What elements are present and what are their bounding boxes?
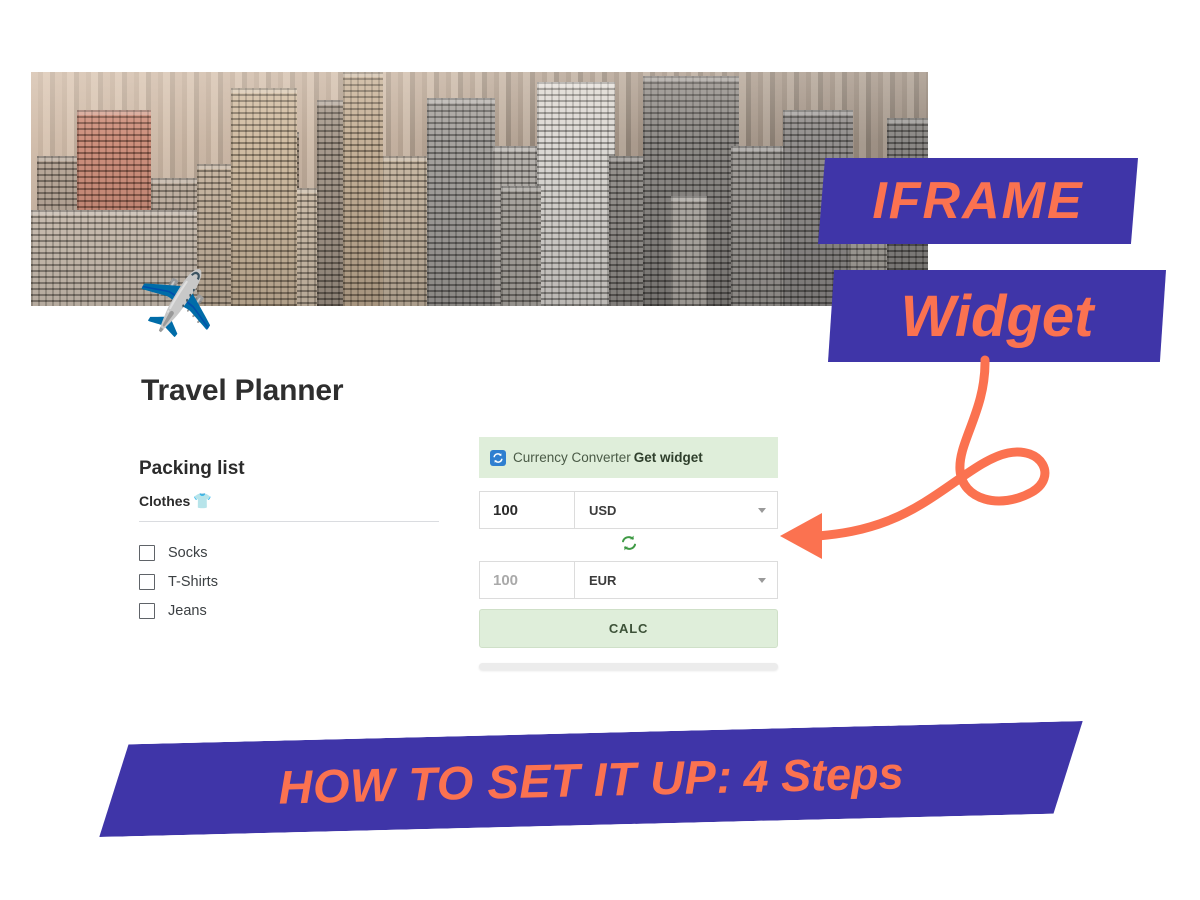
packing-list-section: Packing list Clothes 👕 Socks T-Shirts Jea… xyxy=(139,458,439,625)
get-widget-link[interactable]: Get widget xyxy=(634,450,703,465)
bottom-banner-main: HOW TO SET IT UP: xyxy=(277,749,734,814)
checkbox-tshirts[interactable] xyxy=(139,573,155,590)
bottom-banner-text: HOW TO SET IT UP: 4 Steps xyxy=(278,744,904,814)
from-currency-value: USD xyxy=(589,502,617,518)
currency-converter-widget: Currency Converter Get widget 100 USD 100 xyxy=(479,437,778,670)
packing-category-row: Clothes 👕 xyxy=(139,492,439,522)
widget-bottom-divider xyxy=(479,663,778,670)
screenshot-root: ✈️ Travel Planner Packing list Clothes 👕 … xyxy=(0,0,1200,900)
from-currency-row: 100 USD xyxy=(479,491,778,529)
checkbox-socks[interactable] xyxy=(139,544,155,561)
packing-list-heading: Packing list xyxy=(139,458,245,479)
hero-image xyxy=(31,72,928,306)
from-currency-select[interactable]: USD xyxy=(574,491,778,529)
widget-header-text: Currency Converter Get widget xyxy=(513,450,703,465)
tshirt-icon: 👕 xyxy=(193,493,213,510)
packing-category-label: Clothes xyxy=(139,493,191,509)
swap-row xyxy=(479,529,778,561)
widget-badge: Widget xyxy=(828,270,1166,362)
widget-title: Currency Converter xyxy=(513,450,631,465)
bottom-banner: HOW TO SET IT UP: 4 Steps xyxy=(97,721,1085,837)
page-title: Travel Planner xyxy=(141,374,344,407)
bottom-banner-tail: 4 Steps xyxy=(742,746,905,802)
to-currency-value: EUR xyxy=(589,572,617,588)
packing-items: Socks T-Shirts Jeans xyxy=(139,538,439,625)
chevron-down-icon xyxy=(758,507,766,513)
list-item[interactable]: T-Shirts xyxy=(139,567,439,596)
to-amount-input[interactable]: 100 xyxy=(479,561,574,599)
list-item-label: T-Shirts xyxy=(168,573,218,590)
from-amount-input[interactable]: 100 xyxy=(479,491,574,529)
to-currency-select[interactable]: EUR xyxy=(574,561,778,599)
checkbox-jeans[interactable] xyxy=(139,602,155,619)
iframe-badge: IFRAME xyxy=(818,158,1138,244)
list-item[interactable]: Socks xyxy=(139,538,439,567)
curved-arrow-annotation xyxy=(780,355,1050,559)
refresh-swap-icon[interactable] xyxy=(619,533,639,558)
chevron-down-icon xyxy=(758,577,766,583)
widget-header: Currency Converter Get widget xyxy=(479,437,778,478)
airplane-icon: ✈️ xyxy=(136,267,218,344)
list-item[interactable]: Jeans xyxy=(139,596,439,625)
calc-button[interactable]: CALC xyxy=(479,609,778,648)
currency-refresh-icon xyxy=(490,449,506,466)
list-item-label: Jeans xyxy=(168,602,207,619)
list-item-label: Socks xyxy=(168,544,208,561)
to-currency-row: 100 EUR xyxy=(479,561,778,599)
